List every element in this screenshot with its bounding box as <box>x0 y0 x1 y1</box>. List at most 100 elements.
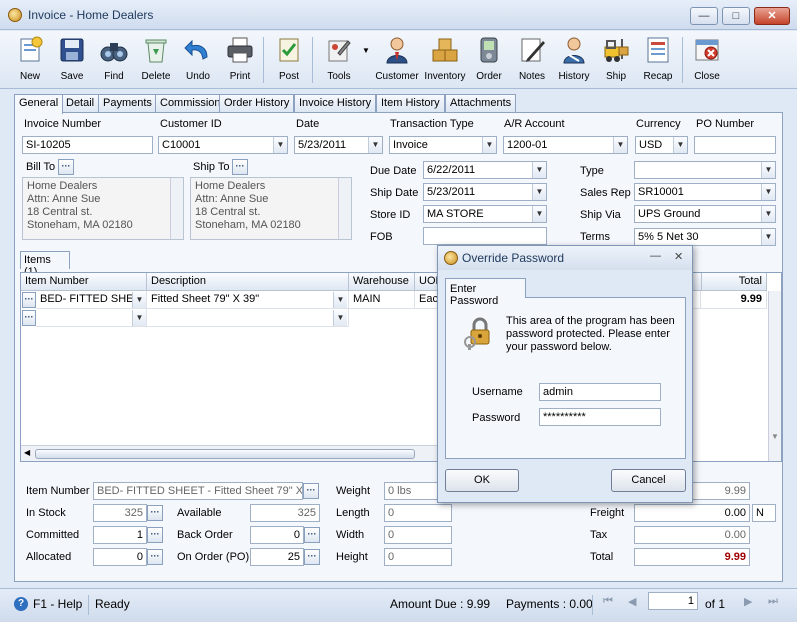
cell-warehouse[interactable]: MAIN <box>349 291 415 309</box>
close-button[interactable]: Close <box>684 33 730 87</box>
username-field[interactable]: admin <box>539 383 661 401</box>
undo-button[interactable]: Undo <box>175 33 221 87</box>
notes-button[interactable]: Notes <box>509 33 555 87</box>
chevron-down-icon[interactable]: ▼ <box>761 162 775 178</box>
on-order-button[interactable]: ··· <box>304 549 320 565</box>
chevron-down-icon[interactable]: ▼ <box>368 137 382 153</box>
ship-to-address[interactable]: Home Dealers Attn: Anne Sue 18 Central s… <box>190 177 352 240</box>
chevron-down-icon[interactable]: ▼ <box>761 184 775 200</box>
help-text[interactable]: F1 - Help <box>33 597 82 611</box>
bill-to-address[interactable]: Home Dealers Attn: Anne Sue 18 Central s… <box>22 177 184 240</box>
recap-button[interactable]: Recap <box>635 33 681 87</box>
chevron-down-icon[interactable]: ▼ <box>532 184 546 200</box>
transaction-type-select[interactable]: Invoice ▼ <box>389 136 497 154</box>
tab-invoice-history[interactable]: Invoice History <box>294 94 377 113</box>
chevron-down-icon[interactable]: ▼ <box>132 292 146 308</box>
chevron-down-icon[interactable]: ▼ <box>482 137 496 153</box>
column-header-warehouse[interactable]: Warehouse <box>349 273 415 291</box>
invoice-number-field[interactable]: SI-10205 <box>22 136 153 154</box>
tools-button[interactable]: Tools <box>316 33 362 87</box>
history-button[interactable]: History <box>551 33 597 87</box>
scrollbar-thumb[interactable] <box>35 449 415 459</box>
maximize-button[interactable]: □ <box>722 7 750 25</box>
dialog-close-button[interactable]: ✕ <box>674 250 683 263</box>
find-button[interactable]: Find <box>91 33 137 87</box>
tab-commission[interactable]: Commission <box>155 94 226 113</box>
ok-button[interactable]: OK <box>445 469 519 492</box>
column-header-description[interactable]: Description <box>147 273 349 291</box>
tools-dropdown-arrow-icon[interactable]: ▼ <box>362 46 370 55</box>
sales-rep-field[interactable]: SR10001 ▼ <box>634 183 776 201</box>
column-header-total[interactable]: Total <box>701 273 767 291</box>
cell-item-number-empty[interactable] <box>36 309 147 327</box>
customer-id-field[interactable]: C10001 ▼ <box>158 136 288 154</box>
item-lookup-button[interactable]: ··· <box>22 310 36 326</box>
print-button[interactable]: Print <box>217 33 263 87</box>
type-field[interactable]: ▼ <box>634 161 776 179</box>
date-field[interactable]: 5/23/2011 ▼ <box>294 136 383 154</box>
in-stock-button[interactable]: ··· <box>147 505 163 521</box>
tab-payments[interactable]: Payments <box>98 94 157 113</box>
close-window-button[interactable]: ✕ <box>754 7 790 25</box>
tab-detail[interactable]: Detail <box>61 94 100 113</box>
cell-total[interactable]: 9.99 <box>701 291 767 309</box>
due-date-field[interactable]: 6/22/2011 ▼ <box>423 161 547 179</box>
cell-description[interactable]: Fitted Sheet 79" X 39" <box>147 291 349 309</box>
vertical-scrollbar[interactable]: ▼ <box>768 291 781 461</box>
ship-to-lookup-button[interactable]: ··· <box>232 159 248 175</box>
save-button[interactable]: Save <box>49 33 95 87</box>
chevron-down-icon[interactable]: ▼ <box>532 162 546 178</box>
chevron-down-icon[interactable]: ▼ <box>132 310 146 326</box>
help-icon[interactable]: ? <box>14 597 28 611</box>
horizontal-scrollbar[interactable]: ◀ <box>21 445 441 461</box>
tab-general[interactable]: General <box>14 94 64 114</box>
customer-button[interactable]: Customer <box>374 33 420 87</box>
store-id-field[interactable]: MA STORE ▼ <box>423 205 547 223</box>
ship-via-field[interactable]: UPS Ground ▼ <box>634 205 776 223</box>
cancel-button[interactable]: Cancel <box>611 469 686 492</box>
previous-page-icon[interactable]: ◀ <box>628 595 636 608</box>
chevron-down-icon[interactable]: ▼ <box>761 229 775 245</box>
chevron-down-icon[interactable]: ▼ <box>673 137 687 153</box>
chevron-down-icon[interactable]: ▼ <box>613 137 627 153</box>
ship-to-scrollbar[interactable] <box>338 178 351 239</box>
tab-attachments[interactable]: Attachments <box>445 94 517 113</box>
column-header-item-number[interactable]: Item Number <box>21 273 147 291</box>
item-detail-button[interactable]: ··· <box>303 483 319 499</box>
freight-code-select[interactable]: N <box>752 504 776 522</box>
chevron-down-icon[interactable]: ▼ <box>761 206 775 222</box>
tab-item-history[interactable]: Item History <box>376 94 445 113</box>
chevron-down-icon[interactable]: ▼ <box>333 310 347 326</box>
order-button[interactable]: Order <box>466 33 512 87</box>
ship-button[interactable]: Ship <box>593 33 639 87</box>
chevron-down-icon[interactable]: ▼ <box>273 137 287 153</box>
cell-description-empty[interactable] <box>147 309 349 327</box>
ship-date-field[interactable]: 5/23/2011 ▼ <box>423 183 547 201</box>
dialog-minimize-button[interactable]: — <box>650 250 661 262</box>
minimize-button[interactable]: — <box>690 7 718 25</box>
tab-order-history[interactable]: Order History <box>219 94 295 113</box>
inventory-button[interactable]: Inventory <box>422 33 468 87</box>
po-number-field[interactable] <box>694 136 776 154</box>
tab-enter-password[interactable]: Enter Password <box>445 278 526 307</box>
first-page-icon[interactable]: ⏮ <box>603 595 613 608</box>
cell-item-number[interactable]: BED- FITTED SHEET <box>36 291 147 309</box>
password-field[interactable]: ********** <box>539 408 661 426</box>
ar-account-field[interactable]: 1200-01 ▼ <box>503 136 628 154</box>
chevron-down-icon[interactable]: ▼ <box>333 292 347 308</box>
delete-button[interactable]: Delete <box>133 33 179 87</box>
scroll-left-icon[interactable]: ◀ <box>24 448 30 457</box>
committed-button[interactable]: ··· <box>147 527 163 543</box>
bill-to-scrollbar[interactable] <box>170 178 183 239</box>
items-tab[interactable]: Items (1) <box>20 251 70 278</box>
terms-field[interactable]: 5% 5 Net 30 ▼ <box>634 228 776 246</box>
fob-field[interactable] <box>423 227 547 245</box>
freight-field[interactable]: 0.00 <box>634 504 750 522</box>
scroll-down-icon[interactable]: ▼ <box>771 432 779 441</box>
allocated-button[interactable]: ··· <box>147 549 163 565</box>
new-button[interactable]: New <box>7 33 53 87</box>
bill-to-lookup-button[interactable]: ··· <box>58 159 74 175</box>
next-page-icon[interactable]: ▶ <box>744 595 752 608</box>
last-page-icon[interactable]: ⏭ <box>768 595 778 608</box>
currency-select[interactable]: USD ▼ <box>635 136 688 154</box>
